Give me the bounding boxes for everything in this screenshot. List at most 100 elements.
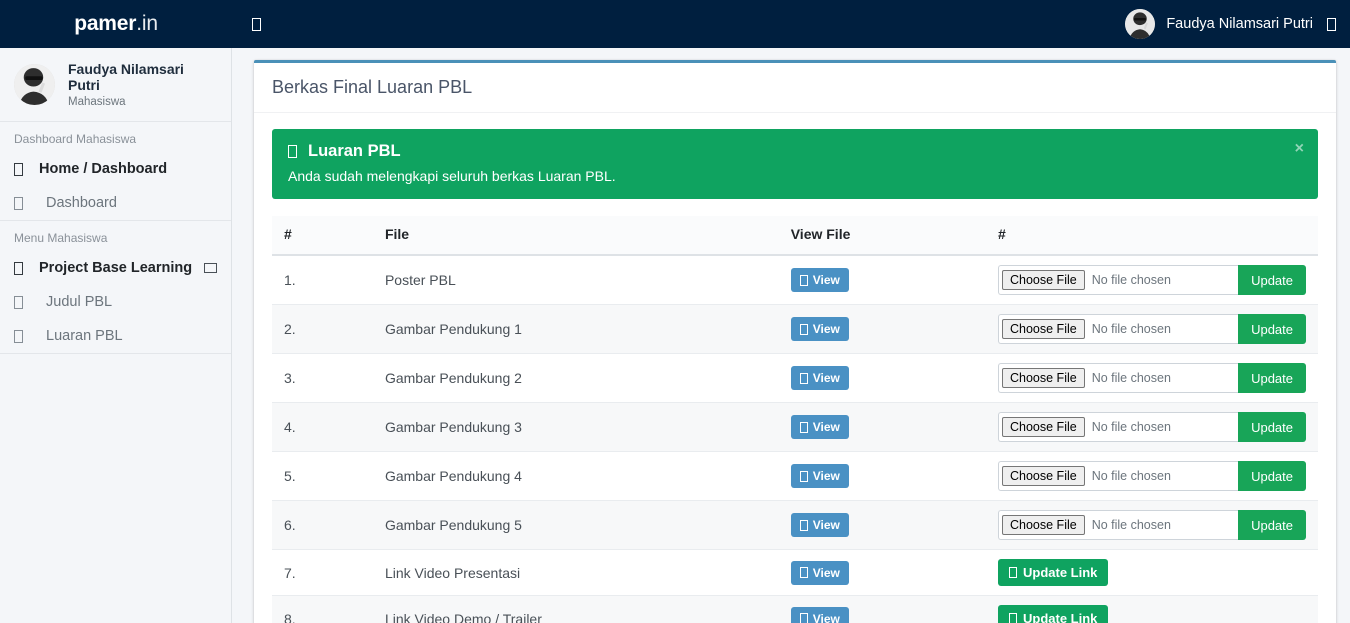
choose-file-button[interactable]: Choose File bbox=[1002, 368, 1085, 388]
page-title: Berkas Final Luaran PBL bbox=[254, 63, 1336, 113]
card-body: Luaran PBL Anda sudah melengkapi seluruh… bbox=[254, 113, 1336, 623]
circle-icon bbox=[14, 196, 46, 210]
sidebar-item-label: Project Base Learning bbox=[39, 260, 193, 276]
update-button[interactable]: Update bbox=[1238, 510, 1306, 540]
view-file-button[interactable]: View bbox=[790, 513, 849, 537]
alert-message: Anda sudah melengkapi seluruh berkas Lua… bbox=[288, 168, 616, 184]
avatar bbox=[1125, 9, 1156, 39]
update-button[interactable]: Update bbox=[1238, 314, 1306, 344]
view-file-label: View bbox=[812, 273, 840, 287]
eye-icon bbox=[799, 567, 808, 578]
sidebar-item-label: Judul PBL bbox=[46, 294, 113, 310]
sidebar-profile-text: Faudya Nilamsari Putri Mahasiswa bbox=[68, 61, 219, 108]
view-file-label: View bbox=[812, 420, 840, 434]
eye-icon bbox=[799, 519, 808, 531]
row-file-name: Gambar Pendukung 5 bbox=[372, 500, 779, 550]
file-input[interactable]: Choose File No file chosen bbox=[998, 461, 1239, 491]
navbar-user-name: Faudya Nilamsari Putri bbox=[1166, 16, 1313, 32]
sidebar-item-judul-pbl[interactable]: Judul PBL bbox=[0, 285, 231, 319]
row-file-name: Link Video Demo / Trailer bbox=[372, 595, 779, 623]
home-icon bbox=[14, 162, 39, 176]
row-file-name: Link Video Presentasi bbox=[372, 549, 779, 596]
alert-title: Luaran PBL bbox=[308, 142, 401, 160]
row-action-cell: Choose File No file chosen Update bbox=[986, 451, 1318, 501]
update-button[interactable]: Update bbox=[1238, 412, 1306, 442]
expand-icon[interactable] bbox=[1327, 17, 1336, 31]
update-button[interactable]: Update bbox=[1238, 265, 1306, 295]
choose-file-button[interactable]: Choose File bbox=[1002, 417, 1085, 437]
row-view-cell: View bbox=[778, 254, 986, 305]
update-link-label: Update Link bbox=[1023, 611, 1098, 623]
sidebar-user-profile[interactable]: Faudya Nilamsari Putri Mahasiswa bbox=[0, 48, 231, 122]
sidebar-item-luaran-pbl[interactable]: Luaran PBL bbox=[0, 319, 231, 353]
row-file-name: Poster PBL bbox=[372, 254, 779, 305]
table-body: 1. Poster PBL View Choose File No file chose… bbox=[272, 254, 1318, 623]
hamburger-icon[interactable] bbox=[244, 12, 268, 36]
column-header-number: # bbox=[272, 216, 373, 256]
table-row: 4. Gambar Pendukung 3 View Choose File No fi… bbox=[272, 402, 1318, 452]
file-input[interactable]: Choose File No file chosen bbox=[998, 363, 1239, 393]
view-file-label: View bbox=[812, 611, 840, 623]
update-link-label: Update Link bbox=[1023, 565, 1098, 580]
view-file-button[interactable]: View bbox=[790, 268, 849, 292]
file-upload-group: Choose File No file chosen Update bbox=[998, 363, 1306, 393]
content-card: Berkas Final Luaran PBL Luaran PBL Anda … bbox=[254, 60, 1336, 623]
sidebar-item-dashboard[interactable]: Dashboard bbox=[0, 186, 231, 220]
row-action-cell: Choose File No file chosen Update bbox=[986, 254, 1318, 305]
update-link-button[interactable]: Update Link bbox=[998, 605, 1109, 623]
row-action-cell: Choose File No file chosen Update bbox=[986, 353, 1318, 403]
file-input[interactable]: Choose File No file chosen bbox=[998, 314, 1239, 344]
navbar-user-menu[interactable]: Faudya Nilamsari Putri bbox=[1125, 9, 1313, 39]
no-file-chosen-label: No file chosen bbox=[1091, 420, 1171, 434]
file-upload-group: Choose File No file chosen Update bbox=[998, 412, 1306, 442]
choose-file-button[interactable]: Choose File bbox=[1002, 515, 1085, 535]
file-upload-group: Choose File No file chosen Update bbox=[998, 461, 1306, 491]
file-upload-group: Choose File No file chosen Update bbox=[998, 314, 1306, 344]
update-button[interactable]: Update bbox=[1238, 461, 1306, 491]
circle-icon bbox=[14, 295, 46, 309]
navbar-right-group: Faudya Nilamsari Putri bbox=[1125, 9, 1336, 39]
sidebar-user-name: Faudya Nilamsari Putri bbox=[68, 61, 184, 93]
choose-file-button[interactable]: Choose File bbox=[1002, 466, 1085, 486]
update-link-button[interactable]: Update Link bbox=[998, 559, 1109, 586]
sidebar-item-home-dashboard[interactable]: Home / Dashboard bbox=[0, 152, 231, 186]
view-file-button[interactable]: View bbox=[790, 606, 849, 623]
view-file-button[interactable]: View bbox=[790, 366, 849, 390]
view-file-button[interactable]: View bbox=[790, 415, 849, 439]
view-file-button[interactable]: View bbox=[790, 317, 849, 341]
row-action-cell: Choose File No file chosen Update bbox=[986, 500, 1318, 550]
sidebar-divider-bottom bbox=[0, 353, 231, 354]
view-file-label: View bbox=[812, 322, 840, 336]
file-input[interactable]: Choose File No file chosen bbox=[998, 412, 1239, 442]
brand-logo[interactable]: pamer .in bbox=[0, 0, 232, 48]
update-button[interactable]: Update bbox=[1238, 363, 1306, 393]
choose-file-button[interactable]: Choose File bbox=[1002, 270, 1085, 290]
table-row: 1. Poster PBL View Choose File No file chose… bbox=[272, 254, 1318, 305]
column-header-view-file: View File bbox=[778, 216, 986, 256]
expand-glyph bbox=[1327, 17, 1336, 31]
close-icon[interactable]: × bbox=[1295, 141, 1304, 157]
row-number: 6. bbox=[272, 500, 373, 550]
row-file-name: Gambar Pendukung 1 bbox=[372, 304, 779, 354]
eye-icon bbox=[799, 613, 808, 623]
eye-icon bbox=[799, 421, 808, 433]
top-navbar: pamer .in Faudya Nilamsari Putri bbox=[0, 0, 1350, 48]
column-header-file: File bbox=[372, 216, 779, 256]
view-file-button[interactable]: View bbox=[790, 560, 849, 585]
row-view-cell: View bbox=[778, 402, 986, 452]
choose-file-button[interactable]: Choose File bbox=[1002, 319, 1085, 339]
sidebar-item-project-base-learning[interactable]: Project Base Learning bbox=[0, 251, 231, 285]
row-number: 7. bbox=[272, 549, 373, 596]
no-file-chosen-label: No file chosen bbox=[1091, 371, 1171, 385]
file-input[interactable]: Choose File No file chosen bbox=[998, 510, 1239, 540]
row-view-cell: View bbox=[778, 500, 986, 550]
sidebar: Faudya Nilamsari Putri Mahasiswa Dashboa… bbox=[0, 48, 232, 623]
row-number: 5. bbox=[272, 451, 373, 501]
luaran-files-table: # File View File # 1. Poster PBL View Choos… bbox=[272, 216, 1318, 623]
row-action-cell: Choose File No file chosen Update bbox=[986, 304, 1318, 354]
file-input[interactable]: Choose File No file chosen bbox=[998, 265, 1239, 295]
row-action-cell: Update Link bbox=[986, 595, 1318, 623]
sidebar-item-label: Dashboard bbox=[46, 195, 117, 211]
view-file-button[interactable]: View bbox=[790, 464, 849, 488]
success-alert: Luaran PBL Anda sudah melengkapi seluruh… bbox=[272, 129, 1318, 199]
